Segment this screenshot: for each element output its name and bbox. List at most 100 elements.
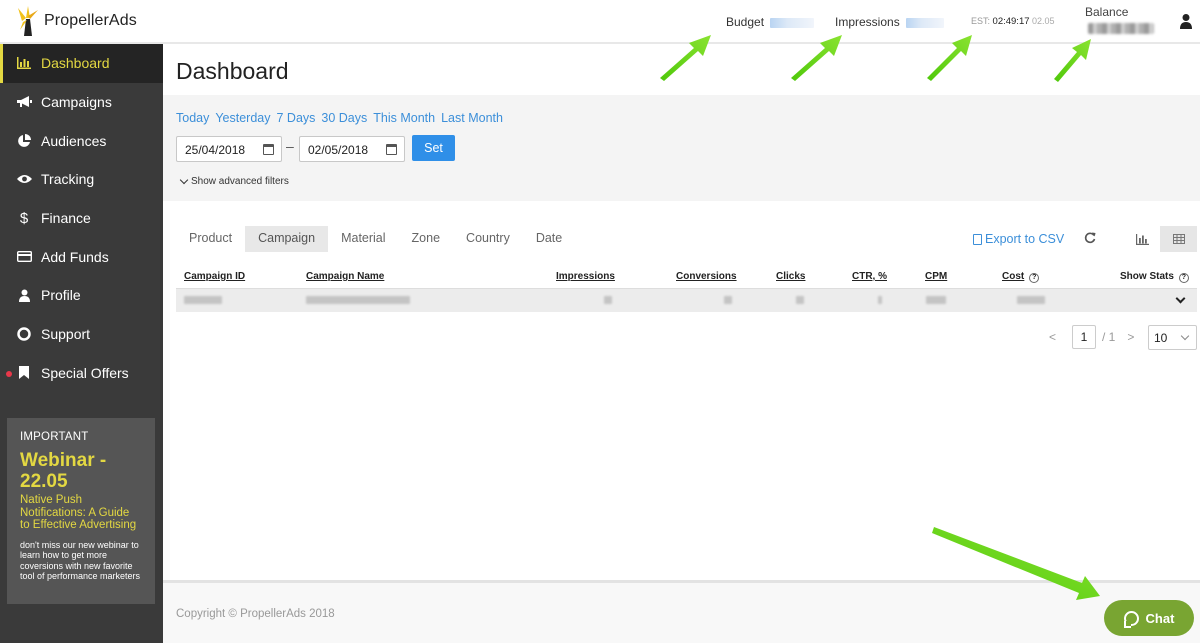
webinar-promo[interactable]: IMPORTANT Webinar - 22.05 Native Push No… [7,418,155,604]
promo-subtitle: Native Push Notifications: A Guide to Ef… [20,494,137,531]
credit-card-icon [16,249,32,265]
cell-redacted [724,296,732,304]
calendar-icon[interactable] [263,144,274,155]
export-csv-link[interactable]: Export to CSV [973,232,1064,246]
range-7-days[interactable]: 7 Days [277,111,316,125]
tab-country[interactable]: Country [453,226,523,252]
tab-product[interactable]: Product [176,226,245,252]
col-cost[interactable]: Cost? [1002,271,1040,283]
arrow-balance [1054,39,1091,82]
sidebar-item-label: Special Offers [41,364,129,381]
bar-chart-icon [1135,233,1149,245]
date-to-input[interactable]: 02/05/2018 [299,136,405,162]
sidebar-item-dashboard[interactable]: Dashboard [0,44,163,83]
budget-value-redacted [770,18,815,28]
prev-page-button[interactable]: < [1049,330,1056,344]
date-to-value: 02/05/2018 [308,143,369,157]
sidebar-item-audiences[interactable]: Audiences [0,121,163,160]
sidebar-item-special-offers[interactable]: Special Offers [0,354,163,393]
per-page-select[interactable]: 10 [1148,325,1197,350]
help-icon[interactable]: ? [1178,273,1189,283]
megaphone-icon [16,94,32,110]
range-yesterday[interactable]: Yesterday [215,111,270,125]
col-impressions[interactable]: Impressions [556,271,615,282]
col-show-stats-label: Show Stats [1120,271,1174,282]
table-view-button[interactable] [1160,226,1197,252]
sidebar-item-tracking[interactable]: Tracking [0,160,163,199]
advanced-filters-label: Show advanced filters [191,176,289,187]
col-cpm[interactable]: CPM [925,271,947,282]
table-header: Campaign ID Campaign Name Impressions Co… [176,268,1197,288]
tab-date[interactable]: Date [523,226,575,252]
col-cost-label: Cost [1002,271,1025,282]
page-title: Dashboard [176,58,289,84]
sidebar-item-campaigns[interactable]: Campaigns [0,83,163,122]
sidebar-item-label: Dashboard [41,55,110,72]
refresh-icon[interactable] [1084,232,1096,247]
bar-chart-icon [16,55,32,71]
range-this-month[interactable]: This Month [373,111,435,125]
col-ctr[interactable]: CTR, % [852,271,887,282]
table-row[interactable] [176,288,1197,312]
promo-label: IMPORTANT [20,431,89,443]
quick-date-ranges: Today Yesterday 7 Days 30 Days This Mont… [176,111,503,125]
sidebar-item-label: Profile [41,287,81,304]
cell-redacted [306,296,410,304]
chat-button[interactable]: Chat [1104,600,1194,636]
user-icon [16,287,32,303]
help-icon[interactable]: ? [1029,273,1040,283]
set-date-button[interactable]: Set [412,135,455,161]
range-30-days[interactable]: 30 Days [321,111,367,125]
budget-label: Budget [726,15,765,29]
cell-redacted [796,296,804,304]
date-from-input[interactable]: 25/04/2018 [176,136,282,162]
sidebar-item-support[interactable]: Support [0,315,163,354]
sidebar-item-profile[interactable]: Profile [0,276,163,315]
budget-indicator[interactable]: Budget [726,15,815,29]
dollar-icon: $ [19,209,29,227]
lifebuoy-icon [16,326,32,342]
impressions-value-redacted [905,18,944,28]
date-separator: – [286,138,294,154]
chat-label: Chat [1145,610,1175,626]
report-tabs: Product Campaign Material Zone Country D… [176,226,575,252]
top-bar: PropellerAds Budget Impressions EST: 02:… [0,0,1200,44]
user-icon[interactable] [1179,13,1193,29]
range-last-month[interactable]: Last Month [441,111,503,125]
tab-material[interactable]: Material [328,226,398,252]
chevron-down-icon [1180,331,1190,341]
current-page-input[interactable]: 1 [1072,325,1097,349]
logo-text: PropellerAds [44,12,137,29]
sidebar-item-label: Tracking [41,171,95,188]
col-campaign-name[interactable]: Campaign Name [306,271,384,282]
next-page-button[interactable]: > [1127,330,1134,344]
cell-redacted [926,296,946,304]
date-from-value: 25/04/2018 [185,143,246,157]
show-advanced-filters-toggle[interactable]: Show advanced filters [179,175,289,187]
impressions-indicator[interactable]: Impressions [835,15,944,29]
cell-redacted [1017,296,1045,304]
col-clicks[interactable]: Clicks [776,271,805,282]
bookmark-icon [16,365,32,381]
pie-chart-icon [16,133,32,149]
impressions-label: Impressions [835,15,900,29]
sidebar-item-label: Support [41,326,91,343]
filter-panel: Today Yesterday 7 Days 30 Days This Mont… [163,95,1200,201]
chevron-down-icon[interactable] [1175,293,1186,304]
sidebar-item-finance[interactable]: $ Finance [0,199,163,238]
promo-description: don't miss our new webinar to learn how … [20,539,141,582]
calendar-icon[interactable] [386,144,397,155]
col-conversions[interactable]: Conversions [676,271,737,282]
col-campaign-id[interactable]: Campaign ID [184,271,245,282]
tab-campaign[interactable]: Campaign [245,226,329,252]
logo[interactable]: PropellerAds [14,4,137,38]
promo-title: Webinar - 22.05 [20,450,107,492]
copyright-text: Copyright © PropellerAds 2018 [176,608,335,620]
tab-zone[interactable]: Zone [399,226,454,252]
sidebar-item-add-funds[interactable]: Add Funds [0,237,163,276]
col-show-stats[interactable]: Show Stats? [1120,271,1189,283]
total-pages: / 1 [1102,330,1116,344]
est-clock: EST: 02:49:17 02.05 [971,16,1055,27]
range-today[interactable]: Today [176,111,209,125]
chart-view-button[interactable] [1124,226,1160,252]
